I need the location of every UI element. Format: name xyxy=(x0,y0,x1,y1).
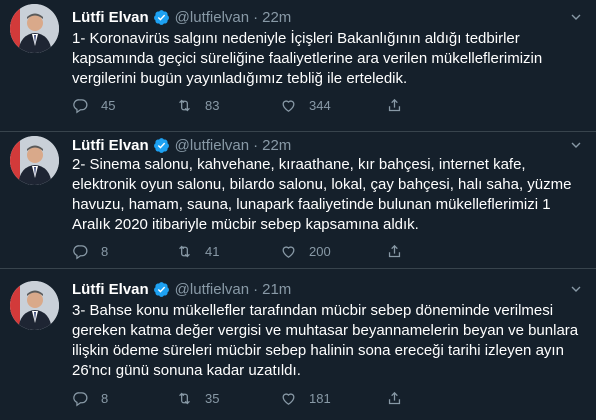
chevron-down-icon[interactable] xyxy=(566,279,586,299)
separator-dot: · xyxy=(253,8,259,26)
tweet[interactable]: Lütfi Elvan @lutfielvan · 22m 1- Koronav… xyxy=(0,0,596,131)
tweet-header: Lütfi Elvan @lutfielvan · 22m xyxy=(72,135,291,155)
like-count: 200 xyxy=(309,243,331,259)
share-icon xyxy=(386,390,403,407)
separator-dot: · xyxy=(253,136,259,154)
share-icon xyxy=(386,97,403,114)
author-name[interactable]: Lütfi Elvan xyxy=(72,137,149,154)
retweet-count: 41 xyxy=(205,243,220,259)
reply-icon xyxy=(72,97,89,114)
like-button[interactable]: 181 xyxy=(280,388,331,408)
retweet-count: 83 xyxy=(205,97,220,113)
reply-count: 45 xyxy=(101,97,116,113)
author-name[interactable]: Lütfi Elvan xyxy=(72,9,149,26)
verified-badge-icon xyxy=(153,137,170,154)
reply-button[interactable]: 8 xyxy=(72,388,108,408)
tweet[interactable]: Lütfi Elvan @lutfielvan · 22m 2- Sinema … xyxy=(0,132,596,268)
heart-icon xyxy=(280,390,297,407)
timestamp[interactable]: 21m xyxy=(262,281,291,298)
verified-badge-icon xyxy=(153,281,170,298)
reply-icon xyxy=(72,243,89,260)
reply-count: 8 xyxy=(101,390,109,406)
share-button[interactable] xyxy=(386,95,403,115)
tweet[interactable]: Lütfi Elvan @lutfielvan · 21m 3- Bahse k… xyxy=(0,269,596,420)
heart-icon xyxy=(280,97,297,114)
tweet-header: Lütfi Elvan @lutfielvan · 22m xyxy=(72,7,291,27)
share-icon xyxy=(386,243,403,260)
heart-icon xyxy=(280,243,297,260)
chevron-down-icon[interactable] xyxy=(566,135,586,155)
tweet-actions: 8 35 181 xyxy=(72,388,492,408)
reply-button[interactable]: 8 xyxy=(72,241,108,261)
tweet-actions: 45 83 344 xyxy=(72,95,492,115)
reply-button[interactable]: 45 xyxy=(72,95,115,115)
reply-count: 8 xyxy=(101,243,109,259)
verified-badge-icon xyxy=(153,9,170,26)
share-button[interactable] xyxy=(386,388,403,408)
retweet-icon xyxy=(176,243,193,260)
retweet-button[interactable]: 35 xyxy=(176,388,219,408)
like-count: 181 xyxy=(309,390,331,406)
avatar[interactable] xyxy=(10,4,59,53)
author-handle[interactable]: @lutfielvan xyxy=(175,9,249,26)
author-handle[interactable]: @lutfielvan xyxy=(175,137,249,154)
reply-icon xyxy=(72,390,89,407)
tweet-text: 2- Sinema salonu, kahvehane, kıraathane,… xyxy=(72,156,572,233)
retweet-icon xyxy=(176,390,193,407)
chevron-down-icon[interactable] xyxy=(566,7,586,27)
author-name[interactable]: Lütfi Elvan xyxy=(72,281,149,298)
tweet-text: 3- Bahse konu mükellefler tarafından müc… xyxy=(72,302,579,379)
retweet-icon xyxy=(176,97,193,114)
timestamp[interactable]: 22m xyxy=(262,9,291,26)
timestamp[interactable]: 22m xyxy=(262,137,291,154)
avatar[interactable] xyxy=(10,136,59,185)
tweet-actions: 8 41 200 xyxy=(72,241,492,261)
avatar[interactable] xyxy=(10,281,59,330)
retweet-button[interactable]: 41 xyxy=(176,241,219,261)
separator-dot: · xyxy=(253,280,259,298)
retweet-count: 35 xyxy=(205,390,220,406)
retweet-button[interactable]: 83 xyxy=(176,95,219,115)
like-button[interactable]: 200 xyxy=(280,241,331,261)
author-handle[interactable]: @lutfielvan xyxy=(175,281,249,298)
tweet-text: 1- Koronavirüs salgını nedeniyle İçişler… xyxy=(72,30,543,87)
like-button[interactable]: 344 xyxy=(280,95,331,115)
like-count: 344 xyxy=(309,97,331,113)
tweet-header: Lütfi Elvan @lutfielvan · 21m xyxy=(72,279,291,299)
share-button[interactable] xyxy=(386,241,403,261)
